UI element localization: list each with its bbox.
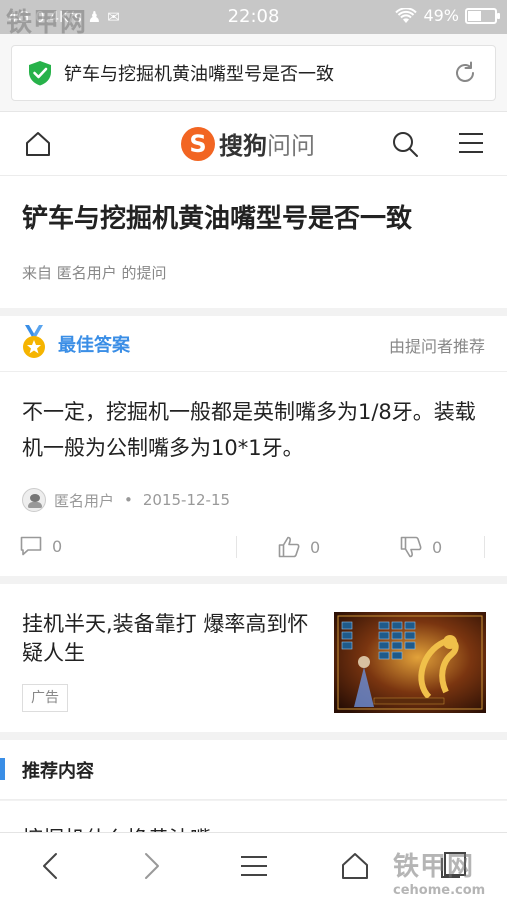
best-answer-header: 最佳答案 由提问者推荐 [0,316,507,372]
site-header: S 搜狗 问问 [0,112,507,176]
ad-title[interactable]: 挂机半天,装备靠打 爆率高到怀疑人生 [22,610,312,668]
dislike-button[interactable]: 0 [400,536,442,558]
answer-author: 匿名用户 [54,491,115,510]
like-button[interactable]: 0 [278,536,320,558]
question-card: 铲车与挖掘机黄油嘴型号是否一致 来自 匿名用户 的提问 [0,176,507,308]
recommend-label: 推荐内容 [22,761,94,782]
url-title: 铲车与挖掘机黄油嘴型号是否一致 [64,64,334,85]
thumbs-down-icon [400,536,422,558]
battery-percent: 49% [423,6,459,25]
medal-icon [23,325,45,358]
home-icon[interactable] [24,130,52,158]
best-answer-card: 最佳答案 由提问者推荐 不一定，挖掘机一般都是英制嘴多为1/8牙。装载机一般为公… [0,316,507,576]
divider [484,536,485,558]
status-bar: 4G 0.4K/s ♟ ✉ 22:08 49% [0,0,507,34]
section-accent-bar [0,758,5,780]
avatar [22,488,46,512]
tabs-icon[interactable] [440,851,468,879]
comment-icon [20,536,42,556]
thumbs-up-icon [278,536,300,558]
answer-actions: 0 0 0 [0,530,507,570]
back-icon[interactable] [38,851,62,881]
menu-icon[interactable] [240,855,268,877]
separator-dot: • [124,491,133,509]
shield-check-icon [29,61,51,86]
recommended-by: 由提问者推荐 [388,337,485,356]
logo-text-secondary: 问问 [267,132,315,160]
menu-icon[interactable] [458,132,484,154]
like-count: 0 [310,537,321,557]
ad-image[interactable] [334,612,486,713]
best-answer-label: 最佳答案 [58,335,130,356]
answer-author-row: 匿名用户 • 2015-12-15 [22,488,230,512]
battery-icon [465,7,500,24]
dislike-count: 0 [432,537,443,557]
wifi-icon [395,7,418,23]
ad-game-image [334,612,486,713]
answer-content: 不一定，挖掘机一般都是英制嘴多为1/8牙。装载机一般为公制嘴多为10*1牙。 [22,400,476,460]
divider [236,536,237,558]
reload-icon[interactable] [451,59,479,87]
browser-url-area: 铲车与挖掘机黄油嘴型号是否一致 [0,34,507,112]
home-icon[interactable] [340,851,370,881]
comment-count: 0 [52,536,63,556]
recommend-section-header: 推荐内容 [0,740,507,800]
forward-icon[interactable] [140,851,164,881]
battery-level [468,10,481,21]
answer-date: 2015-12-15 [142,491,231,509]
search-icon[interactable] [391,130,419,158]
question-title: 铲车与挖掘机黄油嘴型号是否一致 [22,204,413,234]
question-meta: 来自 匿名用户 的提问 [22,264,167,282]
logo-mark: S [181,126,215,161]
ad-card[interactable]: 挂机半天,装备靠打 爆率高到怀疑人生 广告 [0,584,507,732]
sogou-logo[interactable]: S 搜狗 问问 [181,126,315,161]
comment-button[interactable]: 0 [20,536,62,556]
ad-badge: 广告 [22,684,68,712]
url-bar[interactable]: 铲车与挖掘机黄油嘴型号是否一致 [11,45,496,101]
browser-bottom-nav [0,832,507,900]
status-right: 49% [395,6,500,25]
logo-text-primary: 搜狗 [219,132,267,160]
